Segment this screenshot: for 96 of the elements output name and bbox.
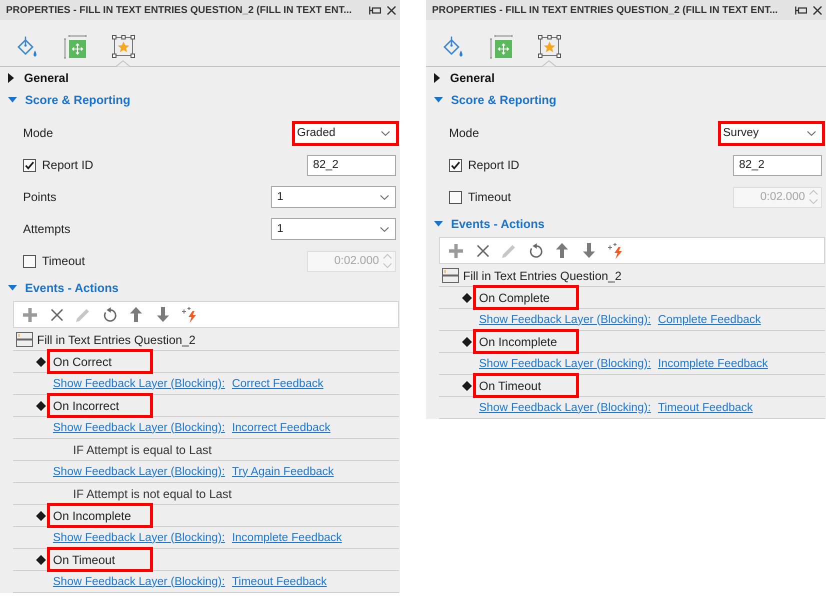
field-label: Timeout [42, 254, 86, 268]
section-header[interactable]: Events - Actions [426, 213, 826, 235]
pin-icon [369, 6, 381, 14]
action-link[interactable]: Show Feedback Layer (Blocking): [479, 402, 651, 414]
section-header[interactable]: General [0, 67, 400, 89]
field-label: Mode [449, 126, 480, 140]
diamond-icon [462, 380, 472, 390]
pencil-icon [502, 244, 516, 258]
chevron-down-icon [381, 130, 390, 136]
diamond-icon [462, 336, 472, 346]
action-link[interactable]: Show Feedback Layer (Blocking): [53, 576, 225, 588]
target-link[interactable]: Timeout Feedback [658, 402, 753, 414]
plus-icon [23, 308, 37, 322]
event-label[interactable]: On Timeout [473, 373, 579, 398]
caret-down-icon [434, 97, 443, 103]
close-icon [812, 6, 822, 14]
checkbox[interactable] [23, 158, 36, 172]
chevron-down-icon [807, 130, 816, 136]
circular-arrow-icon [102, 307, 116, 322]
diamond-icon [36, 510, 46, 520]
diamond-icon [36, 554, 46, 564]
sparkle-lightning-icon [607, 242, 623, 258]
target-link[interactable]: Complete Feedback [658, 314, 761, 326]
target-link[interactable]: Try Again Feedback [232, 466, 334, 478]
input-field[interactable]: 82_2 [307, 154, 396, 176]
condition-text[interactable]: IF Attempt is not equal to Last [73, 486, 232, 500]
target-link[interactable]: Correct Feedback [232, 378, 324, 390]
dropdown[interactable]: Graded [292, 120, 399, 146]
dropdown[interactable]: 1 [271, 186, 396, 208]
target-link[interactable]: Incorrect Feedback [232, 422, 330, 434]
move-arrows-icon [64, 35, 86, 59]
caret-down-icon [8, 285, 17, 291]
event-label[interactable]: On Timeout [47, 547, 153, 572]
target-link[interactable]: Incomplete Feedback [658, 358, 768, 370]
caret-right-icon [434, 73, 440, 83]
panel-title: PROPERTIES - FILL IN TEXT ENTRIES QUESTION_2 (FILL IN TEXT ENT... [432, 4, 779, 16]
circular-arrow-icon [528, 243, 542, 258]
plus-icon [449, 244, 463, 258]
arrow-up-icon [556, 243, 568, 258]
pencil-icon [76, 308, 90, 322]
section-header[interactable]: Events - Actions [0, 277, 400, 299]
action-link[interactable]: Show Feedback Layer (Blocking): [479, 314, 651, 326]
section-header[interactable]: Score & Reporting [426, 89, 826, 111]
input-field[interactable]: 82_2 [733, 154, 822, 176]
target-link[interactable]: Incomplete Feedback [232, 532, 342, 544]
arrow-down-icon [582, 243, 594, 258]
caret-down-icon [8, 97, 17, 103]
caret-down-icon [434, 221, 443, 227]
tree-root-label[interactable]: Fill in Text Entries Question_2 [37, 332, 196, 346]
move-arrows-icon [490, 35, 512, 59]
stacked-rows-icon [16, 332, 33, 347]
paint-bucket-icon [442, 35, 464, 59]
field-label: Mode [23, 126, 54, 140]
field-label: Points [23, 190, 58, 204]
event-label[interactable]: On Complete [473, 285, 579, 310]
cross-icon [476, 244, 488, 256]
chevron-down-icon [380, 194, 389, 200]
section-header[interactable]: General [426, 67, 826, 89]
field-label: Report ID [42, 158, 94, 172]
diamond-icon [36, 356, 46, 366]
arrow-down-icon [156, 307, 168, 322]
cross-icon [50, 308, 62, 320]
action-link[interactable]: Show Feedback Layer (Blocking): [53, 422, 225, 434]
paint-bucket-icon [16, 35, 38, 59]
action-link[interactable]: Show Feedback Layer (Blocking): [53, 466, 225, 478]
checkbox[interactable] [449, 158, 462, 172]
section-header[interactable]: Score & Reporting [0, 89, 400, 111]
sparkle-lightning-icon [181, 306, 197, 322]
dropdown[interactable]: 1 [271, 218, 396, 240]
close-icon [386, 6, 396, 14]
spin-arrows-icon [383, 253, 392, 269]
condition-text[interactable]: IF Attempt is equal to Last [73, 442, 212, 456]
field-label: Timeout [468, 190, 512, 204]
action-link[interactable]: Show Feedback Layer (Blocking): [479, 358, 651, 370]
chevron-down-icon [380, 226, 389, 232]
action-link[interactable]: Show Feedback Layer (Blocking): [53, 532, 225, 544]
star-frame-icon [112, 35, 134, 58]
diamond-icon [462, 292, 472, 302]
stacked-rows-icon [442, 268, 459, 283]
field-label: Attempts [23, 222, 72, 236]
tree-root-label[interactable]: Fill in Text Entries Question_2 [463, 268, 622, 282]
star-frame-icon [538, 35, 560, 58]
target-link[interactable]: Timeout Feedback [232, 576, 327, 588]
field-label: Report ID [468, 158, 520, 172]
spin-arrows-icon [809, 189, 818, 205]
action-link[interactable]: Show Feedback Layer (Blocking): [53, 378, 225, 390]
dropdown[interactable]: Survey [718, 120, 825, 146]
event-label[interactable]: On Incomplete [47, 503, 153, 528]
event-label[interactable]: On Correct [47, 349, 153, 374]
panel-title: PROPERTIES - FILL IN TEXT ENTRIES QUESTION_2 (FILL IN TEXT ENT... [6, 4, 353, 16]
pin-icon [795, 6, 807, 14]
diamond-icon [36, 400, 46, 410]
arrow-up-icon [130, 307, 142, 322]
caret-right-icon [8, 73, 14, 83]
event-label[interactable]: On Incorrect [47, 393, 153, 418]
event-label[interactable]: On Incomplete [473, 329, 579, 354]
